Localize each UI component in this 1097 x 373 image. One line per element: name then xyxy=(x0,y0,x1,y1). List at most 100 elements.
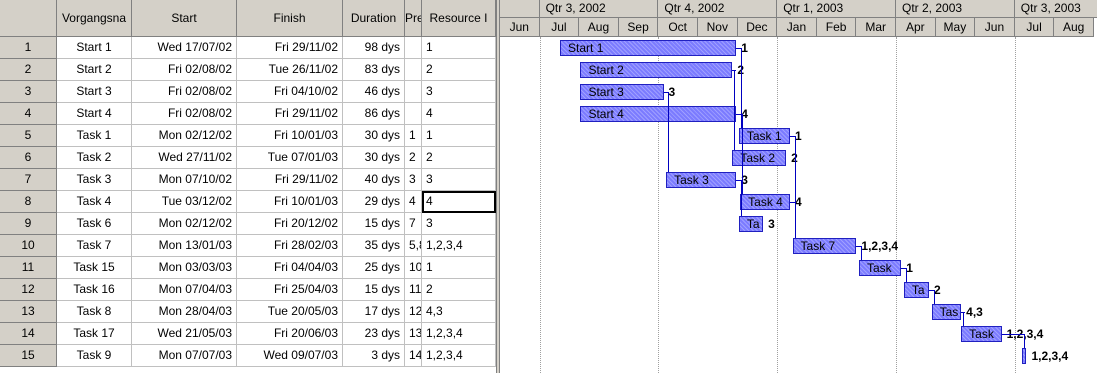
cell-name[interactable]: Start 2 xyxy=(57,59,132,81)
cell-pred[interactable]: 4 xyxy=(405,191,422,213)
row-number[interactable]: 4 xyxy=(0,103,57,125)
cell-name[interactable]: Task 4 xyxy=(57,191,132,213)
cell-start[interactable]: Wed 17/07/02 xyxy=(132,37,237,59)
column-header-pred[interactable]: Pred xyxy=(405,0,422,37)
cell-name[interactable]: Start 4 xyxy=(57,103,132,125)
cell-duration[interactable]: 15 dys xyxy=(343,213,405,235)
cell-pred[interactable] xyxy=(405,103,422,125)
cell-start[interactable]: Mon 13/01/03 xyxy=(132,235,237,257)
cell-duration[interactable]: 83 dys xyxy=(343,59,405,81)
cell-name[interactable]: Start 1 xyxy=(57,37,132,59)
cell-name[interactable]: Task 15 xyxy=(57,257,132,279)
cell-finish[interactable]: Fri 29/11/02 xyxy=(237,37,343,59)
cell-start[interactable]: Fri 02/08/02 xyxy=(132,81,237,103)
cell-duration[interactable]: 23 dys xyxy=(343,323,405,345)
cell-start[interactable]: Mon 07/10/02 xyxy=(132,169,237,191)
cell-resource[interactable]: 1,2,3,4 xyxy=(422,345,496,367)
column-header-resource[interactable]: Resource I xyxy=(422,0,496,37)
cell-finish[interactable]: Fri 04/04/03 xyxy=(237,257,343,279)
cell-resource[interactable]: 3 xyxy=(422,169,496,191)
cell-start[interactable]: Mon 02/12/02 xyxy=(132,213,237,235)
cell-start[interactable]: Mon 02/12/02 xyxy=(132,125,237,147)
cell-duration[interactable]: 30 dys xyxy=(343,147,405,169)
row-number[interactable]: 3 xyxy=(0,81,57,103)
column-header-name[interactable]: Vorgangsna xyxy=(57,0,132,37)
cell-finish[interactable]: Wed 09/07/03 xyxy=(237,345,343,367)
cell-finish[interactable]: Fri 25/04/03 xyxy=(237,279,343,301)
row-number[interactable]: 14 xyxy=(0,323,57,345)
cell-finish[interactable]: Fri 29/11/02 xyxy=(237,169,343,191)
cell-start[interactable]: Wed 21/05/03 xyxy=(132,323,237,345)
cell-resource[interactable]: 1,2,3,4 xyxy=(422,235,496,257)
cell-name[interactable]: Task 3 xyxy=(57,169,132,191)
cell-finish[interactable]: Fri 28/02/03 xyxy=(237,235,343,257)
row-number[interactable]: 10 xyxy=(0,235,57,257)
cell-name[interactable]: Task 6 xyxy=(57,213,132,235)
cell-name[interactable]: Task 1 xyxy=(57,125,132,147)
cell-finish[interactable]: Fri 04/10/02 xyxy=(237,81,343,103)
cell-duration[interactable]: 29 dys xyxy=(343,191,405,213)
cell-finish[interactable]: Tue 20/05/03 xyxy=(237,301,343,323)
cell-duration[interactable]: 30 dys xyxy=(343,125,405,147)
row-number[interactable]: 8 xyxy=(0,191,57,213)
cell-name[interactable]: Start 3 xyxy=(57,81,132,103)
cell-finish[interactable]: Tue 07/01/03 xyxy=(237,147,343,169)
cell-pred[interactable]: 1 xyxy=(405,125,422,147)
cell-resource[interactable]: 4 xyxy=(422,103,496,125)
cell-name[interactable]: Task 16 xyxy=(57,279,132,301)
cell-duration[interactable]: 3 dys xyxy=(343,345,405,367)
cell-duration[interactable]: 15 dys xyxy=(343,279,405,301)
cell-finish[interactable]: Fri 20/12/02 xyxy=(237,213,343,235)
cell-start[interactable]: Wed 27/11/02 xyxy=(132,147,237,169)
cell-finish[interactable]: Fri 10/01/03 xyxy=(237,191,343,213)
cell-resource[interactable]: 2 xyxy=(422,147,496,169)
cell-finish[interactable]: Fri 29/11/02 xyxy=(237,103,343,125)
cell-pred[interactable]: 11 xyxy=(405,279,422,301)
column-header-finish[interactable]: Finish xyxy=(237,0,343,37)
cell-resource[interactable]: 1 xyxy=(422,37,496,59)
row-number[interactable]: 11 xyxy=(0,257,57,279)
cell-start[interactable]: Mon 07/04/03 xyxy=(132,279,237,301)
cell-resource[interactable]: 2 xyxy=(422,279,496,301)
cell-name[interactable]: Task 7 xyxy=(57,235,132,257)
cell-name[interactable]: Task 2 xyxy=(57,147,132,169)
cell-duration[interactable]: 40 dys xyxy=(343,169,405,191)
cell-resource[interactable]: 3 xyxy=(422,213,496,235)
gantt-bar[interactable] xyxy=(1022,348,1027,364)
cell-pred[interactable]: 2 xyxy=(405,147,422,169)
cell-pred[interactable]: 3 xyxy=(405,169,422,191)
cell-duration[interactable]: 98 dys xyxy=(343,37,405,59)
row-number[interactable]: 7 xyxy=(0,169,57,191)
cell-pred[interactable] xyxy=(405,59,422,81)
cell-pred[interactable]: 5,8 xyxy=(405,235,422,257)
cell-finish[interactable]: Fri 20/06/03 xyxy=(237,323,343,345)
cell-resource[interactable]: 4 xyxy=(422,191,496,213)
cell-resource[interactable]: 1 xyxy=(422,257,496,279)
cell-duration[interactable]: 17 dys xyxy=(343,301,405,323)
cell-pred[interactable] xyxy=(405,37,422,59)
cell-duration[interactable]: 35 dys xyxy=(343,235,405,257)
cell-start[interactable]: Fri 02/08/02 xyxy=(132,59,237,81)
cell-finish[interactable]: Fri 10/01/03 xyxy=(237,125,343,147)
cell-start[interactable]: Mon 28/04/03 xyxy=(132,301,237,323)
row-number[interactable]: 12 xyxy=(0,279,57,301)
cell-start[interactable]: Mon 07/07/03 xyxy=(132,345,237,367)
column-header-start[interactable]: Start xyxy=(132,0,237,37)
row-number[interactable]: 5 xyxy=(0,125,57,147)
cell-resource[interactable]: 1,2,3,4 xyxy=(422,323,496,345)
cell-resource[interactable]: 1 xyxy=(422,125,496,147)
cell-duration[interactable]: 46 dys xyxy=(343,81,405,103)
cell-pred[interactable]: 7 xyxy=(405,213,422,235)
cell-start[interactable]: Tue 03/12/02 xyxy=(132,191,237,213)
cell-resource[interactable]: 4,3 xyxy=(422,301,496,323)
cell-name[interactable]: Task 17 xyxy=(57,323,132,345)
column-header-row[interactable] xyxy=(0,0,57,37)
cell-pred[interactable]: 12 xyxy=(405,301,422,323)
cell-resource[interactable]: 3 xyxy=(422,81,496,103)
row-number[interactable]: 9 xyxy=(0,213,57,235)
cell-name[interactable]: Task 9 xyxy=(57,345,132,367)
row-number[interactable]: 1 xyxy=(0,37,57,59)
row-number[interactable]: 2 xyxy=(0,59,57,81)
cell-duration[interactable]: 86 dys xyxy=(343,103,405,125)
row-number[interactable]: 6 xyxy=(0,147,57,169)
